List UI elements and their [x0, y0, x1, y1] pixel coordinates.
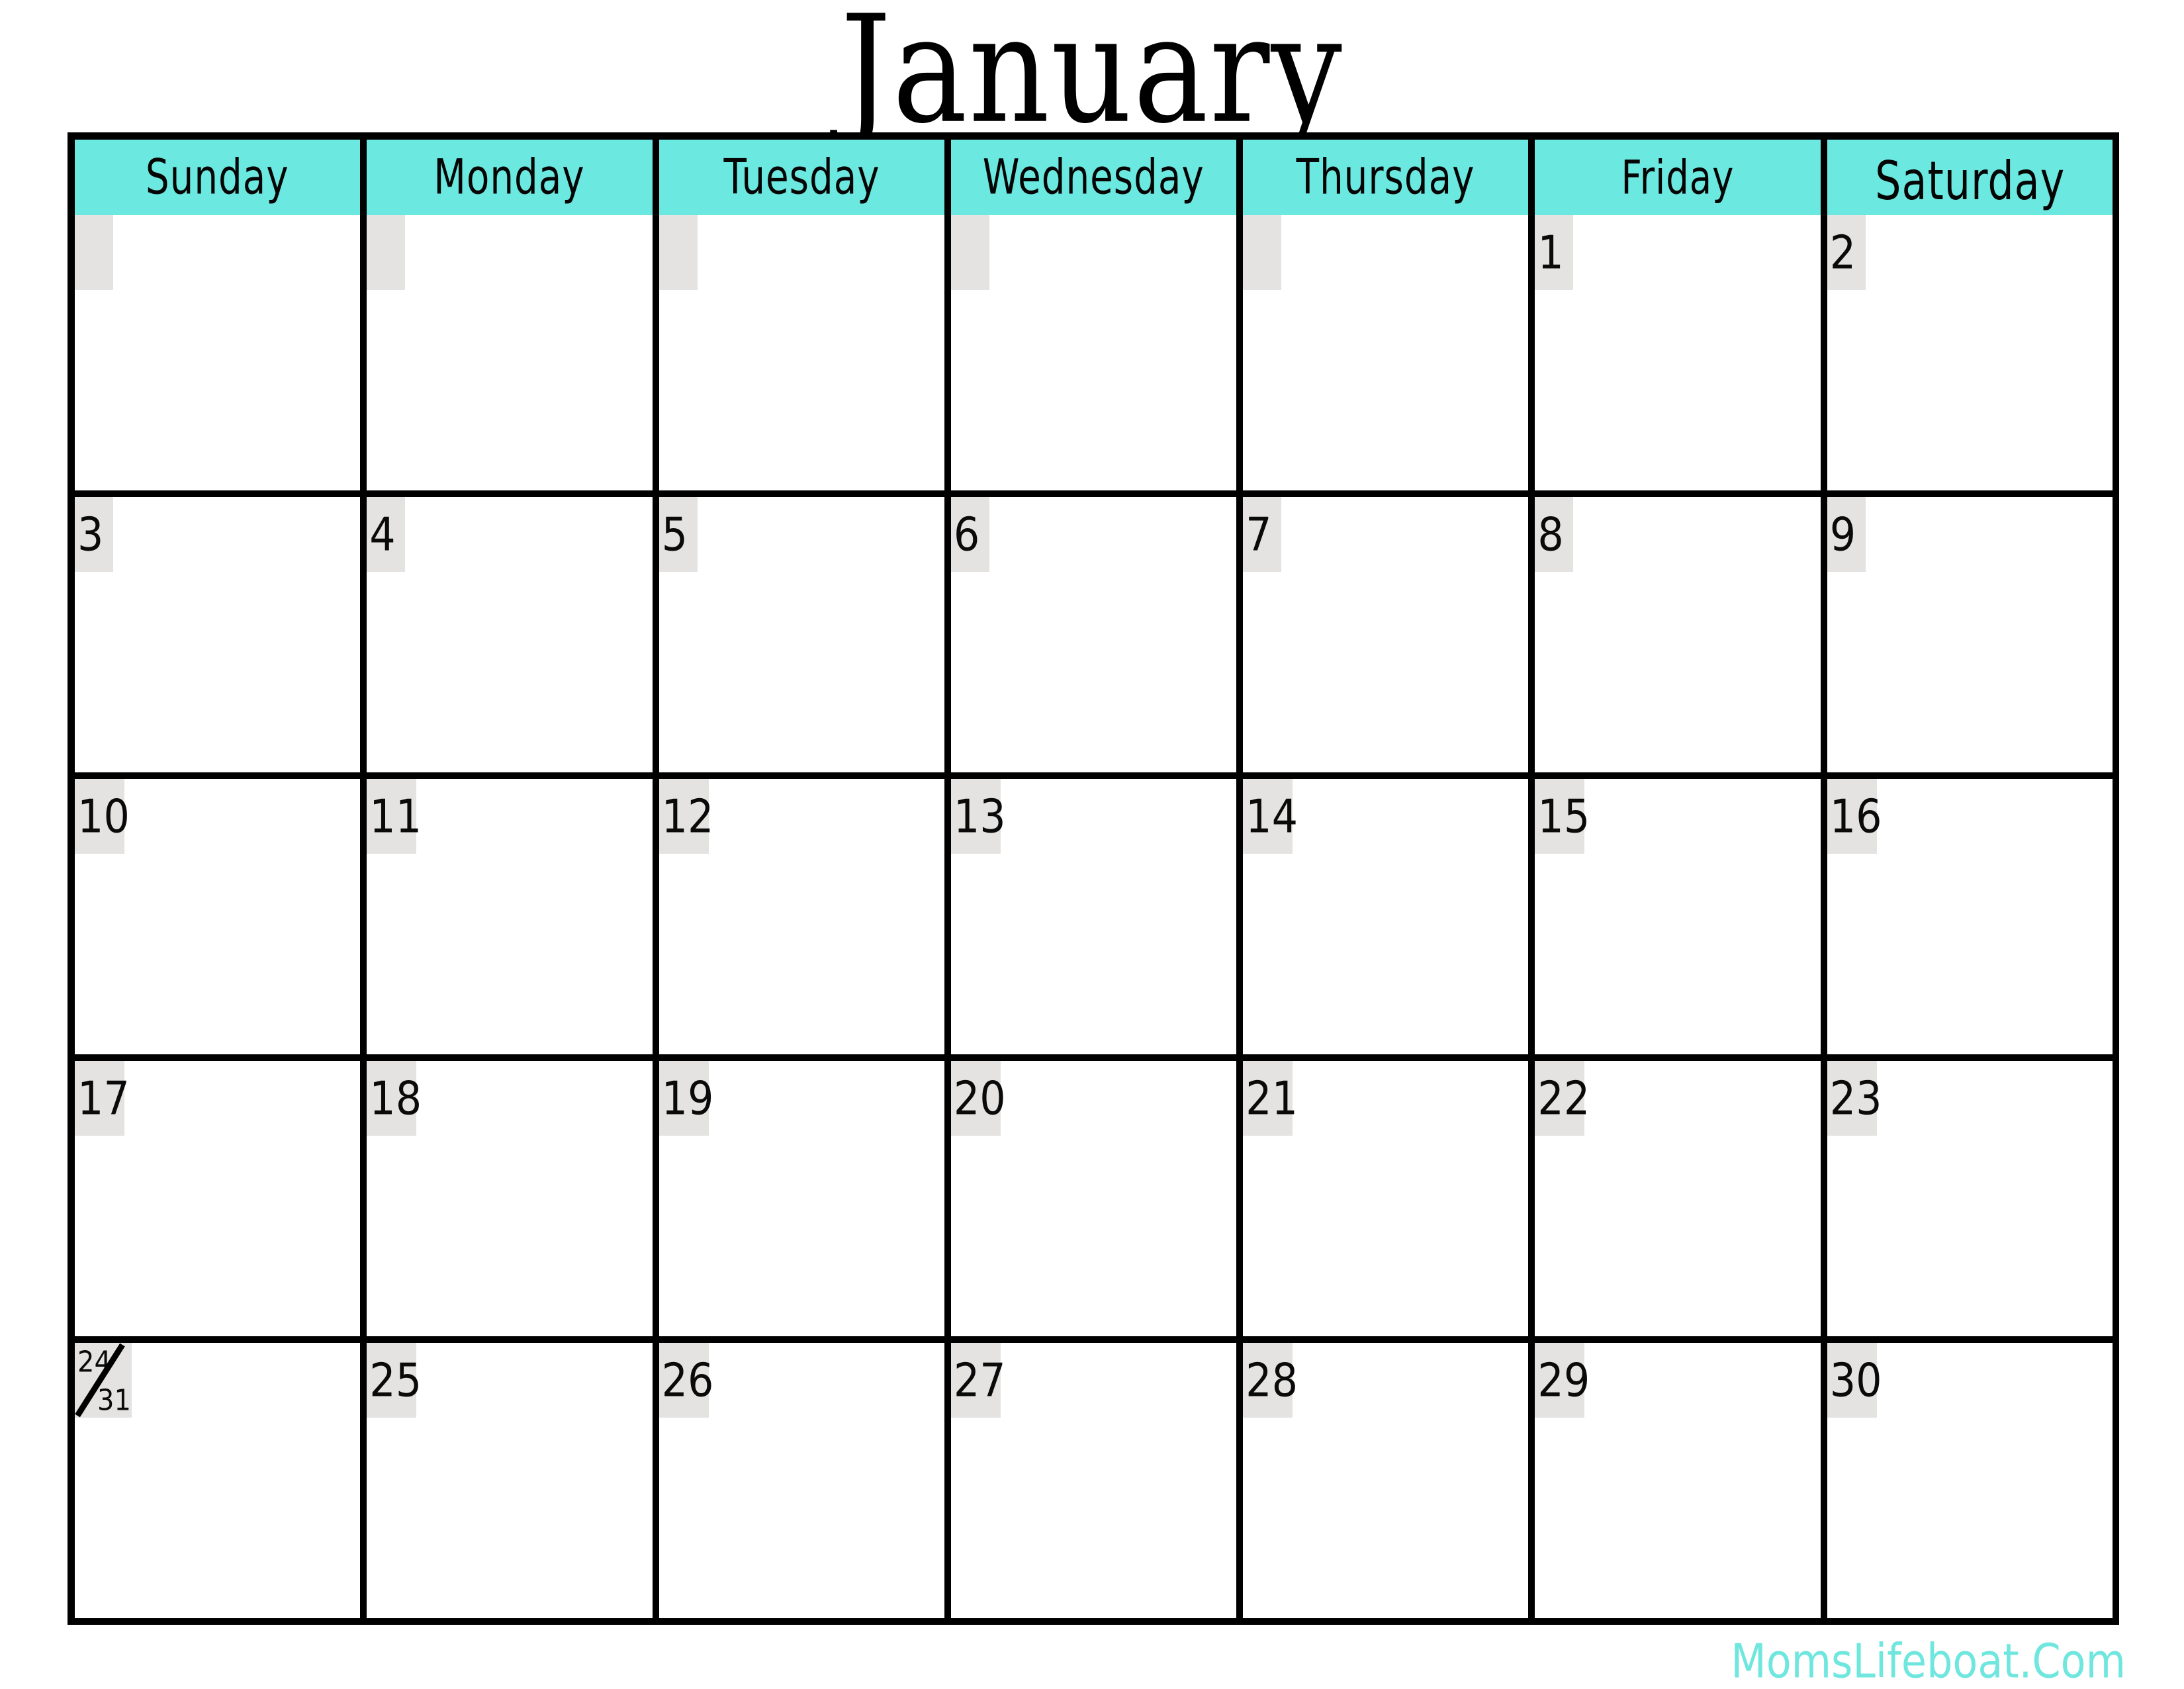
date-number: 2: [1829, 225, 1856, 280]
week-row: 1 2: [75, 215, 2113, 490]
date-number: 7: [1246, 507, 1272, 562]
weekday-header-tuesday: Tuesday: [659, 140, 951, 215]
day-cell[interactable]: 20: [950, 1061, 1244, 1336]
day-cell[interactable]: 22: [1535, 1061, 1827, 1336]
date-number: 21: [1246, 1071, 1298, 1126]
date-number-top: 24: [77, 1346, 111, 1379]
date-number: 11: [369, 789, 422, 844]
weekday-header-saturday: Saturday: [1827, 140, 2113, 215]
day-cell[interactable]: 23: [1827, 1061, 2113, 1336]
weekday-label: Friday: [1621, 150, 1735, 205]
day-cell[interactable]: 9: [1827, 497, 2113, 772]
date-number: 13: [953, 789, 1006, 844]
day-cell[interactable]: [367, 215, 659, 490]
day-cell[interactable]: 26: [659, 1343, 951, 1618]
day-cell[interactable]: 1: [1535, 215, 1827, 490]
date-number: 29: [1537, 1353, 1590, 1408]
date-number: 20: [953, 1071, 1006, 1126]
date-number: 27: [953, 1353, 1006, 1408]
day-cell[interactable]: 28: [1243, 1343, 1535, 1618]
date-number: 3: [77, 507, 104, 562]
day-cell[interactable]: 29: [1535, 1343, 1827, 1618]
date-number: 12: [661, 789, 714, 844]
page-title: January: [841, 0, 1343, 156]
date-chip: [1243, 215, 1282, 290]
day-cell[interactable]: 14: [1243, 779, 1535, 1054]
date-number: 22: [1537, 1071, 1590, 1126]
day-cell[interactable]: 16: [1827, 779, 2113, 1054]
weekday-header-friday: Friday: [1535, 140, 1827, 215]
date-chip: [367, 215, 406, 290]
day-cell[interactable]: 25: [367, 1343, 659, 1618]
day-cell[interactable]: 8: [1535, 497, 1827, 772]
date-number-bottom: 31: [97, 1384, 131, 1418]
weekday-label: Sunday: [146, 149, 289, 206]
day-cell[interactable]: [659, 215, 951, 490]
day-cell[interactable]: 4: [367, 497, 659, 772]
date-number: 15: [1537, 789, 1590, 844]
day-cell[interactable]: 7: [1243, 497, 1535, 772]
day-cell[interactable]: 30: [1827, 1343, 2113, 1618]
date-number: 30: [1829, 1353, 1882, 1408]
date-number: 23: [1829, 1071, 1882, 1126]
day-cell[interactable]: 15: [1535, 779, 1827, 1054]
site-credit-link[interactable]: MomsLifeboat.Com: [1731, 1633, 2126, 1689]
date-number: 4: [369, 507, 396, 562]
date-number: 25: [369, 1353, 422, 1408]
weekday-header-thursday: Thursday: [1243, 140, 1535, 215]
weekday-header-sunday: Sunday: [75, 140, 367, 215]
day-cell-split[interactable]: 24 31: [75, 1343, 367, 1618]
day-cell[interactable]: 11: [367, 779, 659, 1054]
day-cell[interactable]: 5: [659, 497, 951, 772]
week-row: 3 4 5 6 7 8 9: [75, 490, 2113, 772]
day-cell[interactable]: [950, 215, 1244, 490]
weekday-header-row: Sunday Monday Tuesday Wednesday Thursday…: [75, 140, 2113, 215]
weekday-header-monday: Monday: [367, 140, 659, 215]
week-row: 17 18 19 20 21 22 23: [75, 1054, 2113, 1336]
day-cell[interactable]: 17: [75, 1061, 367, 1336]
date-number: 19: [661, 1071, 714, 1126]
weekday-label: Tuesday: [723, 149, 880, 206]
weekday-label: Thursday: [1296, 149, 1475, 206]
date-number: 9: [1829, 507, 1856, 562]
day-cell[interactable]: [1243, 215, 1535, 490]
date-number: 14: [1246, 789, 1298, 844]
date-number: 16: [1829, 789, 1882, 844]
day-cell[interactable]: 6: [950, 497, 1244, 772]
date-number: 8: [1537, 507, 1564, 562]
date-chip: [659, 215, 698, 290]
date-number: 6: [953, 507, 980, 562]
date-number: 26: [661, 1353, 714, 1408]
day-cell[interactable]: [75, 215, 367, 490]
date-number: 10: [77, 789, 130, 844]
weekday-header-wednesday: Wednesday: [950, 140, 1244, 215]
date-number: 5: [661, 507, 688, 562]
day-cell[interactable]: 21: [1243, 1061, 1535, 1336]
weekday-label: Saturday: [1874, 150, 2065, 212]
date-number: 18: [369, 1071, 422, 1126]
date-number: 28: [1246, 1353, 1298, 1408]
day-cell[interactable]: 18: [367, 1061, 659, 1336]
day-cell[interactable]: 10: [75, 779, 367, 1054]
weekday-label: Monday: [433, 149, 586, 206]
date-number: 1: [1537, 225, 1564, 280]
day-cell[interactable]: 27: [950, 1343, 1244, 1618]
date-chip: [950, 215, 989, 290]
calendar-grid: Sunday Monday Tuesday Wednesday Thursday…: [68, 132, 2119, 1625]
date-chip: [75, 215, 113, 290]
day-cell[interactable]: 2: [1827, 215, 2113, 490]
day-cell[interactable]: 19: [659, 1061, 951, 1336]
day-cell[interactable]: 12: [659, 779, 951, 1054]
week-row: 10 11 12 13 14 15 16: [75, 772, 2113, 1054]
date-number: 17: [77, 1071, 130, 1126]
weekday-label: Wednesday: [982, 149, 1205, 206]
day-cell[interactable]: 3: [75, 497, 367, 772]
day-cell[interactable]: 13: [950, 779, 1244, 1054]
week-row: 24 31 25 26 27 28 29 30: [75, 1336, 2113, 1618]
